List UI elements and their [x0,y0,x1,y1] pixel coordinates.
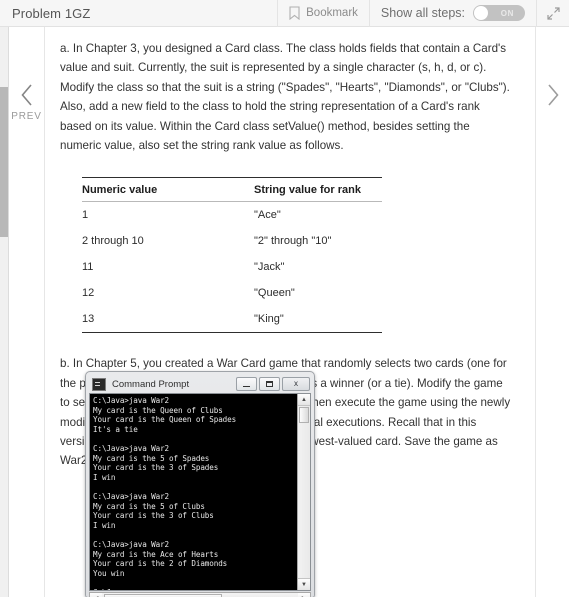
rank-table-body: 1 "Ace" 2 through 10 "2" through "10" 11… [82,202,382,334]
cell-numeric-value: 2 through 10 [82,235,144,248]
scroll-down-button[interactable]: ▼ [298,578,310,590]
maximize-button[interactable] [259,377,280,391]
cell-numeric-value: 12 [82,287,95,300]
console-window-icon [92,377,106,391]
scroll-right-button[interactable]: ▶ [298,593,310,597]
command-prompt-title: Command Prompt [112,378,190,390]
bookmark-ribbon-icon [289,6,300,21]
scroll-left-button[interactable]: ◀ [90,593,102,597]
top-header-bar: Problem 1GZ Bookmark Show all steps: ON [0,0,569,27]
cell-string-value: "Ace" [254,209,281,222]
prev-nav-inner: PREV [11,82,41,122]
toggle-knob [474,6,488,20]
maximize-icon [266,381,273,387]
console-horizontal-scrollbar[interactable]: ◀ ▶ [89,592,311,597]
show-all-steps-label: Show all steps: [380,6,465,20]
rank-table-head: Numeric value String value for rank [82,177,382,203]
command-prompt-window: Command Prompt x C:\Java>java War2 My ca… [85,371,315,597]
show-all-steps-toggle[interactable]: ON [473,5,525,21]
table-header-row: Numeric value String value for rank [82,177,382,203]
paragraph-a: a. In Chapter 3, you designed a Card cla… [60,42,510,153]
table-row: 13 "King" [82,306,382,334]
show-all-steps-control: Show all steps: ON [368,0,536,27]
bookmark-button[interactable]: Bookmark [277,0,369,27]
page-scrollbar[interactable] [0,27,9,597]
next-problem-button[interactable] [535,27,569,597]
minimize-button[interactable] [236,377,257,391]
toggle-state-label: ON [500,8,514,18]
scroll-up-button[interactable]: ▲ [298,394,310,406]
table-row: 12 "Queen" [82,280,382,306]
expand-button[interactable] [536,0,569,27]
expand-diagonal-icon [547,6,560,20]
cell-string-value: "Queen" [254,287,295,300]
cell-string-value: "2" through "10" [254,235,332,248]
bookmark-label: Bookmark [306,7,358,19]
prev-problem-button[interactable]: PREV [9,27,45,597]
cell-numeric-value: 1 [82,209,89,222]
vertical-scrollbar-thumb[interactable] [299,407,309,423]
table-row: 2 through 10 "2" through "10" [82,228,382,254]
problem-content-area: a. In Chapter 3, you designed a Card cla… [46,27,535,597]
prev-label: PREV [11,111,42,122]
window-controls: x [236,377,310,391]
cell-string-value: "Jack" [254,261,285,274]
next-nav-inner [544,82,562,108]
cell-string-value: "King" [254,306,382,334]
table-row: 11 "Jack" [82,254,382,280]
page-scrollbar-thumb[interactable] [0,87,8,237]
minimize-icon [243,386,250,387]
cell-numeric-value: 13 [82,306,254,334]
cell-numeric-value: 11 [82,261,94,274]
chevron-left-icon [18,82,36,108]
console-vertical-scrollbar[interactable]: ▲ ▼ [297,394,310,590]
chevron-right-icon [544,82,562,108]
command-prompt-titlebar: Command Prompt x [89,375,311,393]
close-button[interactable]: x [282,377,310,391]
console-output-area: C:\Java>java War2 My card is the Queen o… [89,393,311,591]
console-text: C:\Java>java War2 My card is the Queen o… [93,396,237,590]
table-header-numeric-value: Numeric value [82,177,254,203]
rank-value-table: Numeric value String value for rank 1 "A… [82,177,382,334]
table-row: 1 "Ace" [82,202,382,229]
table-header-string-value: String value for rank [254,177,382,203]
page-title: Problem 1GZ [12,5,91,21]
